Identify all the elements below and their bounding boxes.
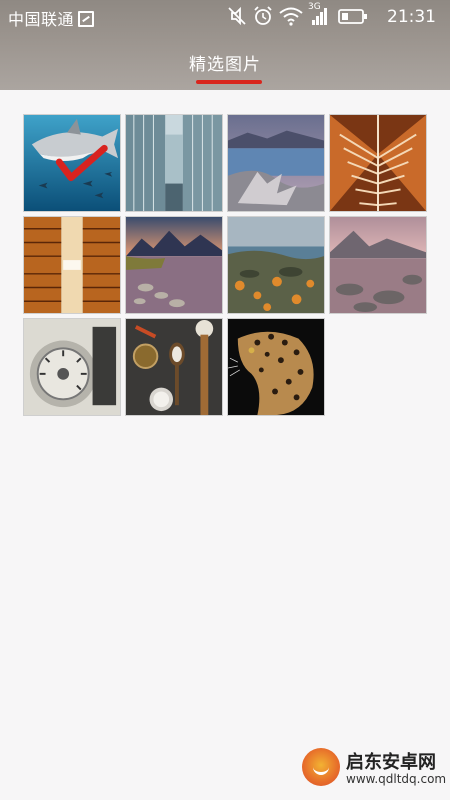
- sim-icon: [78, 11, 95, 27]
- image-tile-lake-stones[interactable]: [329, 216, 427, 314]
- carrier-label: 中国联通: [8, 6, 95, 30]
- image-tile-skyscrapers[interactable]: [23, 216, 121, 314]
- battery-icon: [338, 9, 367, 24]
- selected-checkmark-icon: [55, 144, 108, 182]
- rocky-coast-photo: [228, 217, 324, 313]
- driftwood-lake-photo: [228, 115, 324, 211]
- image-tile-rocky-coast[interactable]: [227, 216, 325, 314]
- carrier-name: 中国联通: [8, 10, 75, 29]
- image-tile-architecture[interactable]: [329, 114, 427, 212]
- leopard-photo: [228, 319, 324, 415]
- signal-icon: [312, 8, 327, 25]
- clock: 21:31: [387, 7, 436, 27]
- watermark-name: 启东安卓网: [346, 752, 436, 773]
- image-tile-glass-building[interactable]: [125, 114, 223, 212]
- status-icons: 3G 21:31: [226, 2, 436, 29]
- glass-building-photo: [126, 115, 222, 211]
- watermark-logo: [302, 748, 340, 786]
- watermark-url: www.qdltdq.com: [346, 772, 447, 786]
- tab-active-indicator: [196, 80, 262, 84]
- camera-dial-photo: [24, 319, 120, 415]
- mountain-lake-sunset-photo: [126, 217, 222, 313]
- lake-stones-photo: [330, 217, 426, 313]
- alarm-icon: [254, 6, 272, 25]
- status-bar: 中国联通 3G 21:31: [0, 0, 450, 34]
- image-grid: [23, 114, 427, 416]
- tab-featured-images[interactable]: 精选图片: [0, 50, 450, 75]
- image-tile-driftwood-lake[interactable]: [227, 114, 325, 212]
- mute-icon: [228, 6, 246, 26]
- architecture-symmetry-photo: [330, 115, 426, 211]
- spices-spoons-photo: [126, 319, 222, 415]
- image-tile-spices[interactable]: [125, 318, 223, 416]
- header-bar: 中国联通 3G 21:31 精选图片: [0, 0, 450, 90]
- skyscraper-reflection-photo: [24, 217, 120, 313]
- image-tile-camera-dial[interactable]: [23, 318, 121, 416]
- image-tile-mountain-lake[interactable]: [125, 216, 223, 314]
- image-tile-shark[interactable]: [23, 114, 121, 212]
- wifi-icon: [279, 7, 303, 26]
- watermark: 启东安卓网 www.qdltdq.com: [302, 744, 446, 794]
- image-tile-leopard[interactable]: [227, 318, 325, 416]
